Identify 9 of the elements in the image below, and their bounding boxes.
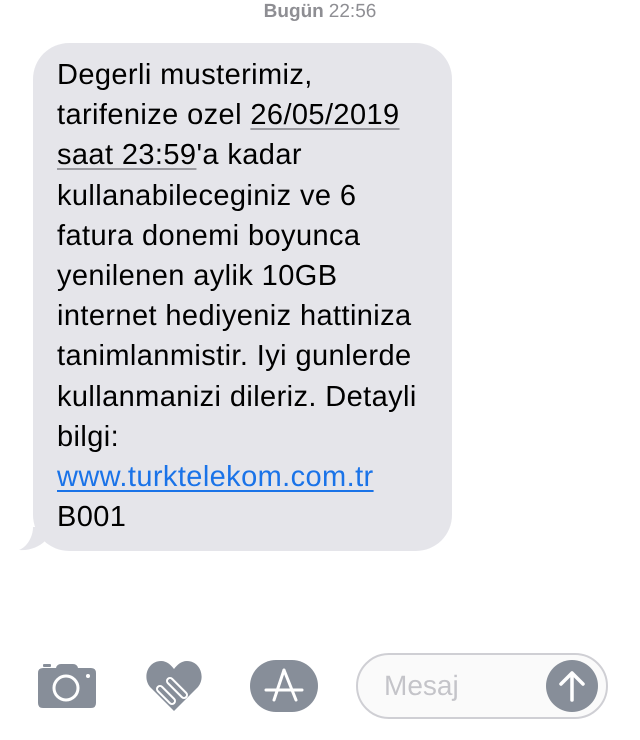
app-store-icon[interactable] bbox=[250, 660, 318, 712]
date-label: Bugün bbox=[264, 1, 324, 23]
heart-icon[interactable] bbox=[146, 661, 202, 711]
send-button[interactable] bbox=[546, 660, 598, 712]
message-text: Degerli musterimiz, tarifenize ozel 26/05/2019 saat 23:59'a kadar kullanabileceginiz ve 6 fatura donemi boyunca yenilenen aylik 10GB internet hediyeniz hattiniza tanimlanmistir. Iyi gunlerde kullanmanizi dileriz. Detayli bilgi: www.turktelekom.com.tr B001 bbox=[57, 58, 418, 536]
website-link[interactable]: www.turktelekom.com.tr bbox=[57, 461, 374, 494]
camera-icon[interactable] bbox=[38, 664, 96, 708]
arrow-up-icon bbox=[557, 670, 587, 702]
time-label: 22:56 bbox=[328, 1, 376, 23]
